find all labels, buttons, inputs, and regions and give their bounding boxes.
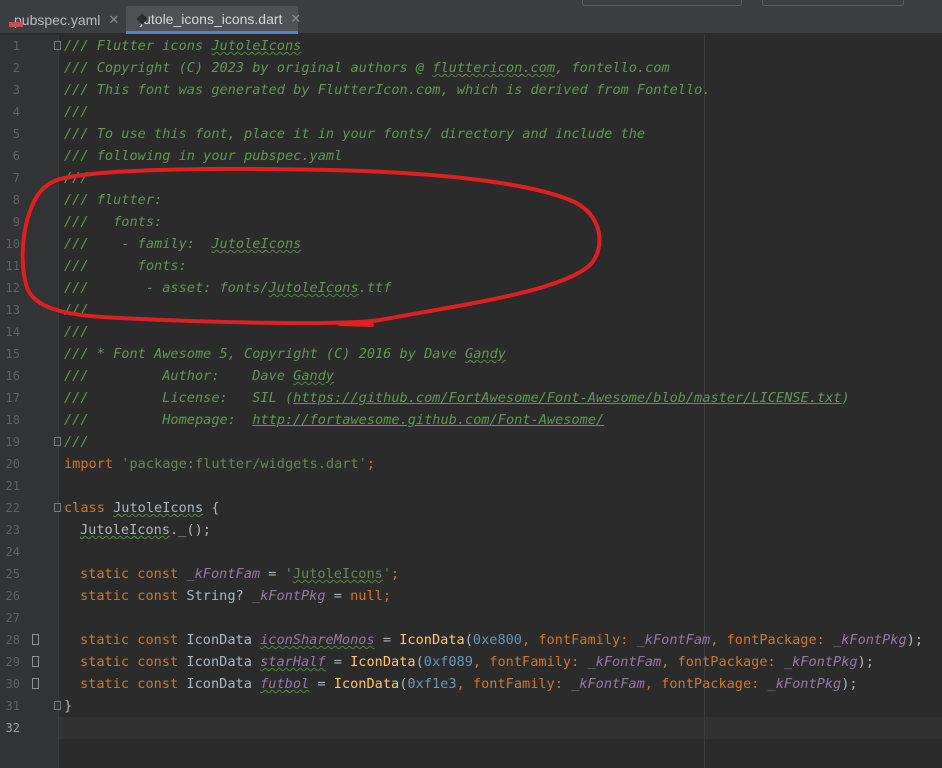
code-line-25: static const _kFontFam = 'JutoleIcons'; <box>80 566 400 582</box>
fold-marker-icon[interactable] <box>54 701 61 710</box>
line-number: 30 <box>5 677 20 691</box>
tab-jutole-icons-dart[interactable]: jutole_icons_icons.dart ✕ <box>126 6 301 34</box>
line-number: 27 <box>5 611 20 625</box>
tab-label: pubspec.yaml <box>14 12 101 28</box>
line-number: 17 <box>5 391 20 405</box>
line-number: 9 <box>12 215 20 229</box>
line-number: 11 <box>5 259 20 273</box>
code-line-23: JutoleIcons._(); <box>80 522 211 538</box>
line-number: 5 <box>12 127 20 141</box>
close-icon[interactable]: ✕ <box>290 11 301 27</box>
line-number: 19 <box>5 435 20 449</box>
code-line-4: /// <box>64 104 89 120</box>
code-line-16: /// Author: Dave Gandy <box>64 368 335 384</box>
line-number: 18 <box>5 413 20 427</box>
code-line-10: /// - family: JutoleIcons <box>64 236 302 252</box>
code-line-14: /// <box>64 324 89 340</box>
homepage-link[interactable]: http://fortawesome.github.com/Font-Aweso… <box>252 412 604 428</box>
fold-marker-icon[interactable] <box>54 41 61 50</box>
line-number: 31 <box>5 699 20 713</box>
code-line-12: /// - asset: fonts/JutoleIcons.ttf <box>64 280 392 296</box>
line-number: 15 <box>5 347 20 361</box>
line-number: 12 <box>5 281 20 295</box>
line-number: 32 <box>5 721 20 735</box>
line-number: 4 <box>12 105 20 119</box>
tab-label: jutole_icons_icons.dart <box>140 10 283 27</box>
code-line-2: /// Copyright (C) 2023 by original autho… <box>64 60 670 76</box>
line-number: 21 <box>5 479 20 493</box>
gutter-separator <box>58 35 59 768</box>
code-line-11: /// fonts: <box>64 258 187 274</box>
fold-marker-icon[interactable] <box>54 503 61 512</box>
icon-preview-icon[interactable] <box>32 634 39 645</box>
close-icon[interactable]: ✕ <box>108 12 119 28</box>
code-line-7: /// <box>64 170 89 186</box>
line-number: 25 <box>5 567 20 581</box>
line-number: 10 <box>5 237 20 251</box>
code-line-20: import 'package:flutter/widgets.dart'; <box>64 456 376 472</box>
line-number: 24 <box>5 545 20 559</box>
editor-tab-bar: pubspec.yaml ✕ jutole_icons_icons.dart ✕ <box>0 0 942 34</box>
code-line-17: /// License: SIL (https://github.com/For… <box>64 390 850 406</box>
code-line-13: /// <box>64 302 89 318</box>
code-line-31: } <box>64 698 73 714</box>
line-number: 8 <box>12 193 20 207</box>
line-number: 23 <box>5 523 20 537</box>
license-link[interactable]: https://github.com/FortAwesome/Font-Awes… <box>293 390 841 406</box>
current-line-highlight <box>59 717 942 739</box>
icon-preview-icon[interactable] <box>32 656 39 667</box>
line-number: 14 <box>5 325 20 339</box>
fold-marker-icon[interactable] <box>54 437 61 446</box>
line-number: 28 <box>5 633 20 647</box>
code-line-5: /// To use this font, place it in your f… <box>64 126 646 142</box>
code-line-26: static const String? _kFontPkg = null; <box>80 588 392 604</box>
line-number: 22 <box>5 501 20 515</box>
code-line-3: /// This font was generated by FlutterIc… <box>64 82 711 98</box>
line-number: 6 <box>12 149 20 163</box>
code-line-1: /// Flutter icons JutoleIcons <box>64 38 302 54</box>
line-number: 7 <box>12 171 20 185</box>
code-line-18: /// Homepage: http://fortawesome.github.… <box>64 412 605 428</box>
code-line-22: class JutoleIcons { <box>64 500 220 516</box>
line-number: 29 <box>5 655 20 669</box>
toolbar-dropdown[interactable] <box>582 0 742 6</box>
line-number: 26 <box>5 589 20 603</box>
code-line-30: static const IconData futbol = IconData(… <box>80 676 858 692</box>
line-number: 1 <box>12 39 20 53</box>
toolbar-button[interactable] <box>762 0 904 6</box>
icon-preview-icon[interactable] <box>32 678 39 689</box>
line-number: 2 <box>12 61 20 75</box>
line-number: 20 <box>5 457 20 471</box>
line-number: 16 <box>5 369 20 383</box>
code-line-19: /// <box>64 434 89 450</box>
line-number: 3 <box>12 83 20 97</box>
code-line-9: /// fonts: <box>64 214 163 230</box>
code-line-6: /// following in your pubspec.yaml <box>64 148 343 164</box>
line-number: 13 <box>5 303 20 317</box>
code-line-28: static const IconData iconShareMonos = I… <box>80 632 924 648</box>
code-line-15: /// * Font Awesome 5, Copyright (C) 2016… <box>64 346 506 362</box>
tab-pubspec-yaml[interactable]: pubspec.yaml ✕ <box>0 6 122 34</box>
code-line-29: static const IconData starHalf = IconDat… <box>80 654 874 670</box>
code-line-8: /// flutter: <box>64 192 163 208</box>
